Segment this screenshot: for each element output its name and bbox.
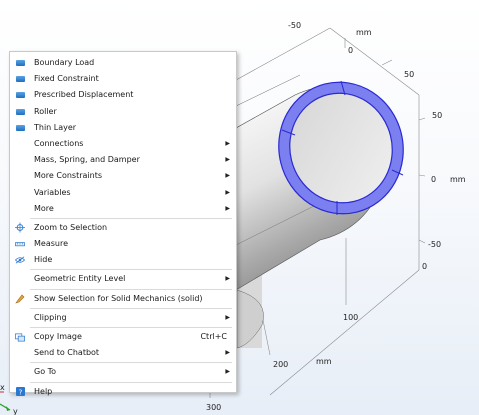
shortcut-label: Ctrl+C xyxy=(200,332,227,341)
menu-item-more[interactable]: More ▶ xyxy=(10,201,236,217)
y-unit-label: mm xyxy=(356,28,372,37)
menu-item-variables[interactable]: Variables ▶ xyxy=(10,185,236,201)
menu-item-send-to-chatbot[interactable]: Send to Chatbot ▶ xyxy=(10,345,236,361)
menu-item-label: More Constraints xyxy=(34,171,103,181)
submenu-arrow-icon: ▶ xyxy=(225,275,230,283)
svg-text:?: ? xyxy=(18,388,22,396)
submenu-arrow-icon: ▶ xyxy=(225,368,230,376)
menu-item-label: Prescribed Displacement xyxy=(34,90,134,100)
menu-item-label: Thin Layer xyxy=(34,122,77,132)
menu-item-label: Mass, Spring, and Damper xyxy=(34,155,140,165)
submenu-arrow-icon: ▶ xyxy=(225,188,230,196)
menu-item-label: More xyxy=(34,203,54,213)
submenu-arrow-icon: ▶ xyxy=(225,349,230,357)
submenu-arrow-icon: ▶ xyxy=(225,156,230,164)
menu-item-label: Copy Image xyxy=(34,332,82,341)
x-tick-label: 300 xyxy=(206,403,221,412)
menu-separator xyxy=(30,269,232,271)
menu-item-label: Send to Chatbot xyxy=(34,348,100,358)
submenu-arrow-icon: ▶ xyxy=(225,204,230,212)
boundary-load-icon xyxy=(15,59,25,68)
menu-item-hide[interactable]: Hide xyxy=(10,252,236,268)
menu-item-label: Boundary Load xyxy=(34,58,95,67)
side-tick-label: 0 xyxy=(422,262,427,271)
menu-separator xyxy=(30,288,232,290)
copy-image-icon xyxy=(15,333,25,342)
menu-item-label: Connections xyxy=(34,138,84,148)
menu-item-copy-image[interactable]: Copy Image Ctrl+C xyxy=(10,329,236,345)
measure-icon xyxy=(15,240,25,249)
menu-item-label: Help xyxy=(34,386,53,396)
roller-icon xyxy=(15,107,25,116)
prescribed-displacement-icon xyxy=(15,91,25,100)
menu-separator xyxy=(30,307,232,309)
menu-item-more-constraints[interactable]: More Constraints ▶ xyxy=(10,168,236,184)
help-icon: ? xyxy=(15,387,25,397)
menu-item-zoom-to-selection[interactable]: Zoom to Selection xyxy=(10,220,236,236)
submenu-arrow-icon: ▶ xyxy=(225,313,230,321)
menu-item-clipping[interactable]: Clipping ▶ xyxy=(10,310,236,326)
x-tick-label: 200 xyxy=(273,360,288,369)
menu-item-label: Show Selection for Solid Mechanics (soli… xyxy=(34,293,203,303)
y-tick-label: -50 xyxy=(288,21,301,30)
submenu-arrow-icon: ▶ xyxy=(225,139,230,147)
menu-item-prescribed-displacement[interactable]: Prescribed Displacement xyxy=(10,87,236,103)
menu-item-label: Hide xyxy=(34,255,53,265)
menu-item-label: Roller xyxy=(34,106,57,116)
menu-item-label: Clipping xyxy=(34,312,67,322)
menu-item-mass-spring-damper[interactable]: Mass, Spring, and Damper ▶ xyxy=(10,152,236,168)
menu-separator xyxy=(30,362,232,364)
menu-item-fixed-constraint[interactable]: Fixed Constraint xyxy=(10,71,236,87)
zoom-to-selection-icon xyxy=(15,222,25,233)
menu-item-help[interactable]: ? Help xyxy=(10,384,236,400)
z-tick-label: 50 xyxy=(432,111,442,120)
show-selection-icon xyxy=(15,294,25,304)
menu-item-label: Go To xyxy=(34,367,57,377)
menu-separator xyxy=(30,217,232,219)
menu-item-roller[interactable]: Roller xyxy=(10,104,236,120)
menu-item-label: Measure xyxy=(34,239,68,249)
y-tick-label: 0 xyxy=(348,46,353,55)
hide-icon xyxy=(15,256,25,265)
menu-item-label: Fixed Constraint xyxy=(34,74,99,84)
triad-y-label: y xyxy=(13,407,18,415)
menu-item-measure[interactable]: Measure xyxy=(10,236,236,252)
menu-item-label: Geometric Entity Level xyxy=(34,274,126,284)
z-tick-label: -50 xyxy=(428,240,441,249)
y-tick-label: 50 xyxy=(404,70,414,79)
menu-separator xyxy=(30,381,232,383)
z-tick-label: 0 xyxy=(431,175,436,184)
menu-separator xyxy=(30,327,232,328)
menu-item-label: Variables xyxy=(34,187,71,197)
menu-item-boundary-load[interactable]: Boundary Load xyxy=(10,55,236,71)
context-menu: Boundary Load Fixed Constraint Prescribe… xyxy=(9,51,237,397)
menu-item-show-selection[interactable]: Show Selection for Solid Mechanics (soli… xyxy=(10,291,236,307)
menu-item-go-to[interactable]: Go To ▶ xyxy=(10,364,236,380)
menu-item-label: Zoom to Selection xyxy=(34,222,108,232)
thin-layer-icon xyxy=(15,123,25,132)
submenu-arrow-icon: ▶ xyxy=(225,172,230,180)
menu-item-thin-layer[interactable]: Thin Layer xyxy=(10,120,236,136)
menu-item-connections[interactable]: Connections ▶ xyxy=(10,136,236,152)
fixed-constraint-icon xyxy=(15,75,25,84)
triad-x-label: x xyxy=(0,383,5,392)
x-unit-label: mm xyxy=(316,357,332,366)
z-unit-label: mm xyxy=(450,175,466,184)
menu-item-geometric-entity-level[interactable]: Geometric Entity Level ▶ xyxy=(10,271,236,287)
x-tick-label: 100 xyxy=(343,313,358,322)
